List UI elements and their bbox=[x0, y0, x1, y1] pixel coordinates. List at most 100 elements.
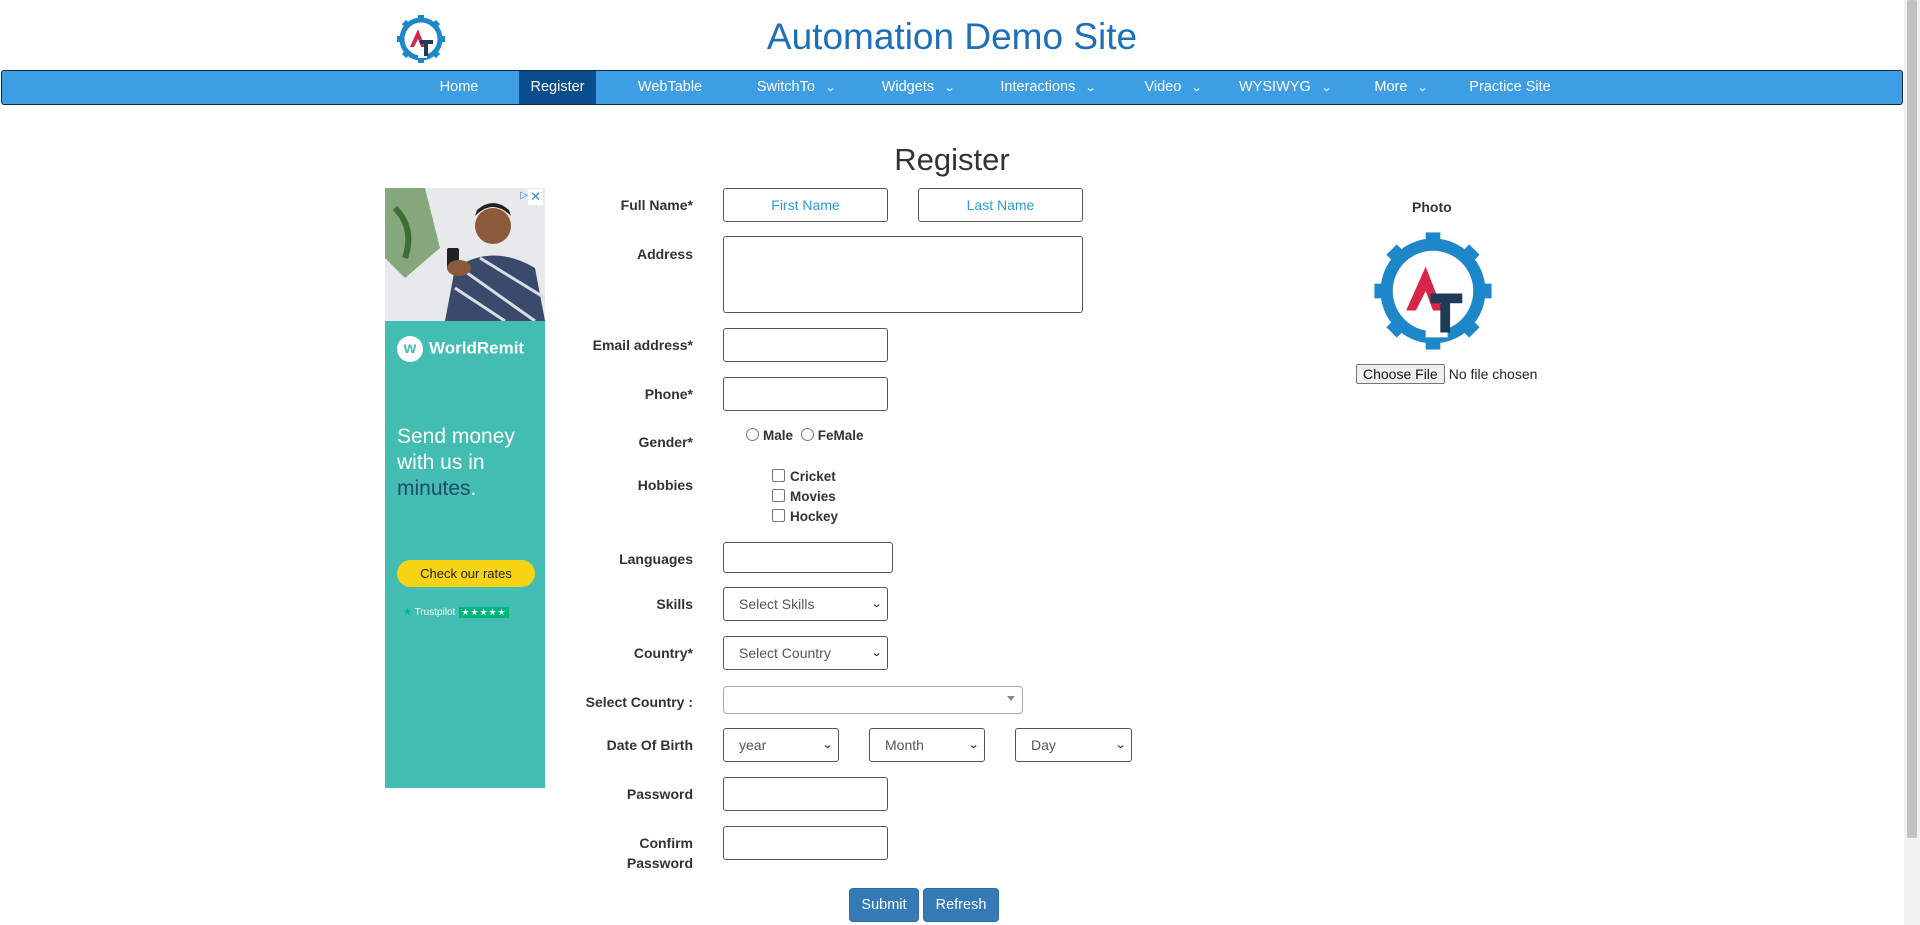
choose-file-button[interactable]: Choose File bbox=[1356, 364, 1445, 384]
ad-headline: Send money with us in minutes. bbox=[397, 424, 537, 502]
hobby-movies-label: Movies bbox=[790, 489, 836, 504]
ad-headline-line-1: Send money bbox=[397, 425, 515, 448]
nav-wysiwyg[interactable]: WYSIWYG ⌄ bbox=[1230, 71, 1340, 104]
hobby-cricket-checkbox[interactable] bbox=[772, 469, 785, 482]
file-status: No file chosen bbox=[1448, 366, 1538, 382]
submit-button[interactable]: Submit bbox=[849, 888, 919, 922]
password-input[interactable] bbox=[723, 777, 888, 811]
skills-select-value: Select Skills bbox=[739, 596, 815, 612]
hobbies-label: Hobbies bbox=[637, 477, 693, 493]
ad-headline-line-2: with us in bbox=[397, 451, 485, 474]
page-scrollbar[interactable] bbox=[1904, 0, 1920, 925]
gender-female-radio[interactable] bbox=[800, 428, 814, 441]
first-name-input[interactable] bbox=[723, 188, 888, 222]
nav-webtable-label: WebTable bbox=[637, 79, 703, 95]
ad-headline-end: . bbox=[470, 477, 477, 500]
ad-cta-button[interactable]: Check our rates bbox=[397, 560, 535, 587]
skills-select[interactable]: Select Skills ⌄ bbox=[723, 587, 888, 621]
nav-switchto-label: SwitchTo bbox=[756, 79, 815, 95]
nav-practice-site[interactable]: Practice Site bbox=[1460, 71, 1560, 104]
ad-photo bbox=[385, 188, 545, 321]
nav-more-label: More bbox=[1374, 79, 1408, 95]
worldremit-logo-icon: w bbox=[397, 336, 423, 362]
country-label: Country* bbox=[633, 645, 693, 661]
trustpilot-stars: ★★★★★ bbox=[459, 607, 509, 618]
main-navbar: Home Register WebTable SwitchTo ⌄ Widgets… bbox=[1, 70, 1903, 105]
email-input[interactable] bbox=[723, 328, 888, 362]
chevron-down-icon: ⌄ bbox=[1417, 82, 1430, 94]
phone-label: Phone* bbox=[644, 386, 693, 402]
chevron-down-icon: ⌄ bbox=[1084, 82, 1097, 94]
hobby-movies: Movies bbox=[772, 489, 836, 504]
hobby-movies-checkbox[interactable] bbox=[772, 489, 785, 502]
address-label: Address bbox=[636, 246, 693, 262]
hobby-cricket: Cricket bbox=[772, 469, 836, 484]
trustpilot-label: Trustpilot bbox=[414, 607, 456, 618]
trustpilot-badge: ★ Trustpilot ★★★★★ bbox=[403, 607, 509, 618]
nav-home[interactable]: Home bbox=[420, 71, 498, 104]
hobby-hockey-label: Hockey bbox=[790, 509, 839, 524]
chevron-down-icon: ⌄ bbox=[821, 739, 834, 751]
nav-widgets[interactable]: Widgets ⌄ bbox=[868, 71, 968, 104]
skills-label: Skills bbox=[656, 596, 693, 612]
nav-register[interactable]: Register bbox=[519, 71, 596, 104]
confirm-password-input[interactable] bbox=[723, 826, 888, 860]
chevron-down-icon: ⌄ bbox=[943, 82, 956, 94]
chevron-down-icon: ⌄ bbox=[824, 82, 837, 94]
hobby-hockey: Hockey bbox=[772, 509, 838, 524]
dob-month-value: Month bbox=[885, 737, 924, 753]
dob-label: Date Of Birth bbox=[606, 737, 693, 753]
address-textarea[interactable] bbox=[723, 236, 1083, 313]
gender-label: Gender* bbox=[638, 434, 693, 450]
page-title: Register bbox=[894, 142, 1010, 177]
nav-interactions-label: Interactions bbox=[1000, 79, 1076, 95]
chevron-down-icon: ⌄ bbox=[967, 739, 980, 751]
confirm-password-label-line-2: Password bbox=[626, 855, 693, 871]
file-upload: Choose File No file chosen bbox=[1356, 364, 1537, 384]
ad-brand-name: WorldRemit bbox=[429, 338, 525, 358]
select-country-label: Select Country : bbox=[585, 694, 693, 710]
hobby-hockey-checkbox[interactable] bbox=[772, 509, 785, 522]
caret-down-icon bbox=[1007, 696, 1015, 701]
ad-brand: w WorldRemit bbox=[397, 336, 524, 362]
photo-label: Photo bbox=[1412, 199, 1452, 215]
chevron-down-icon: ⌄ bbox=[870, 647, 883, 659]
scrollbar-thumb[interactable] bbox=[1907, 0, 1917, 838]
gender-male-label: Male bbox=[763, 428, 794, 443]
dob-year-value: year bbox=[739, 737, 767, 753]
country-select[interactable]: Select Country ⌄ bbox=[723, 636, 888, 670]
chevron-down-icon: ⌄ bbox=[1190, 82, 1203, 94]
country-select-value: Select Country bbox=[739, 645, 831, 661]
nav-video-label: Video bbox=[1144, 79, 1182, 95]
nav-video[interactable]: Video ⌄ bbox=[1128, 71, 1218, 104]
confirm-password-label-line-1: Confirm bbox=[639, 835, 693, 851]
chevron-down-icon: ⌄ bbox=[1320, 82, 1333, 94]
select-country-combobox[interactable] bbox=[723, 686, 1023, 714]
nav-practice-site-label: Practice Site bbox=[1469, 79, 1551, 95]
full-name-label: Full Name* bbox=[620, 197, 693, 213]
confirm-password-label: Confirm Password bbox=[525, 833, 693, 873]
last-name-input[interactable] bbox=[918, 188, 1083, 222]
nav-switchto[interactable]: SwitchTo ⌄ bbox=[746, 71, 846, 104]
advertisement[interactable]: ▷ ✕ w WorldRemit Send money with us in mi… bbox=[385, 188, 545, 788]
site-title: Automation Demo Site bbox=[766, 16, 1138, 57]
nav-register-label: Register bbox=[530, 79, 585, 95]
gender-female-label: FeMale bbox=[817, 428, 864, 443]
nav-webtable[interactable]: WebTable bbox=[626, 71, 714, 104]
ad-headline-highlight: minutes bbox=[397, 477, 471, 500]
nav-interactions[interactable]: Interactions ⌄ bbox=[988, 71, 1108, 104]
languages-label: Languages bbox=[619, 551, 693, 567]
gender-male-radio[interactable] bbox=[746, 428, 759, 441]
dob-day-select[interactable]: Day ⌄ bbox=[1015, 728, 1132, 762]
email-label: Email address* bbox=[592, 337, 693, 353]
dob-year-select[interactable]: year ⌄ bbox=[723, 728, 839, 762]
hobby-cricket-label: Cricket bbox=[790, 469, 836, 484]
phone-input[interactable] bbox=[723, 377, 888, 411]
gender-options: Male FeMale bbox=[746, 428, 864, 443]
languages-multiselect[interactable] bbox=[723, 542, 893, 573]
photo-preview-logo-icon bbox=[1374, 232, 1492, 350]
chevron-down-icon: ⌄ bbox=[1114, 739, 1127, 751]
dob-month-select[interactable]: Month ⌄ bbox=[869, 728, 985, 762]
nav-more[interactable]: More ⌄ bbox=[1366, 71, 1436, 104]
refresh-button[interactable]: Refresh bbox=[923, 888, 999, 922]
